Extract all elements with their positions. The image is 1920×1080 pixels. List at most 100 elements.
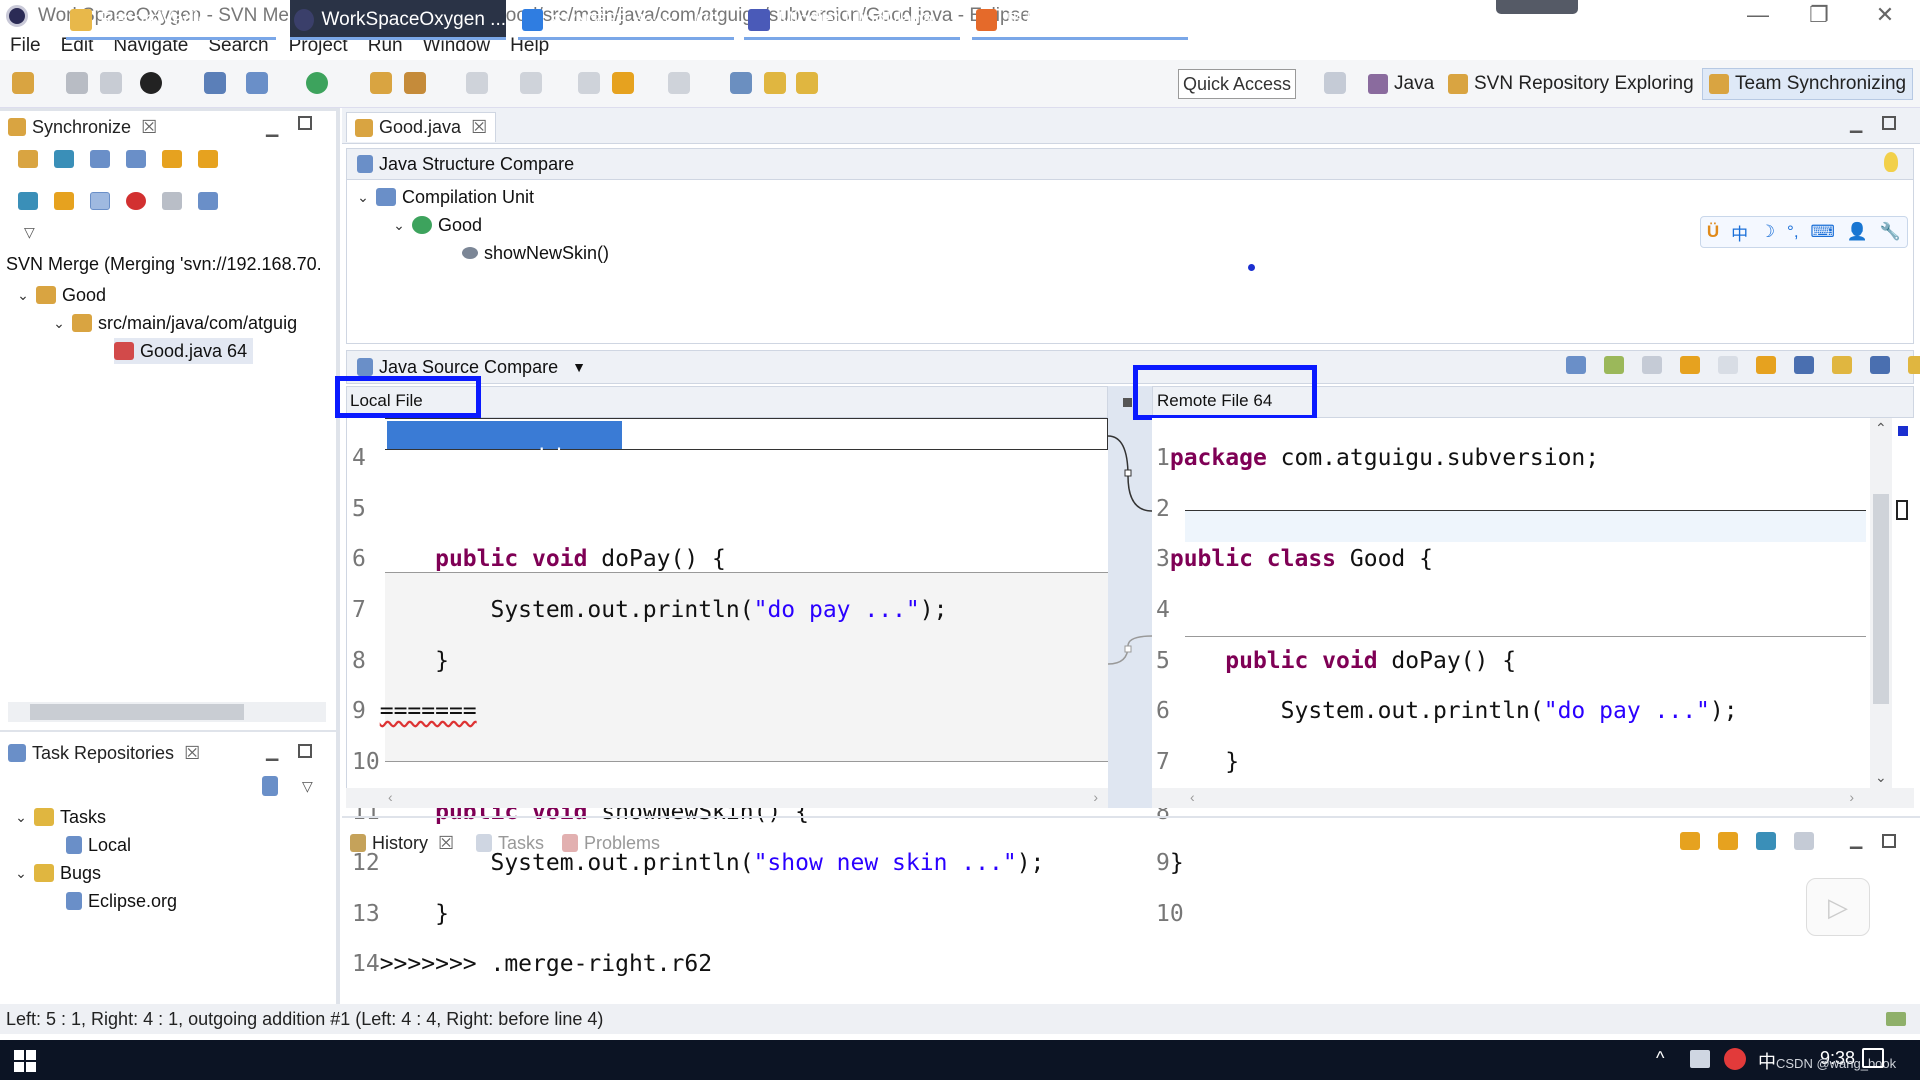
- overview-ruler-change[interactable]: [1896, 500, 1908, 520]
- next-change-icon[interactable]: [1870, 356, 1890, 374]
- tree-item-package[interactable]: ⌄ src/main/java/com/atguig: [52, 310, 297, 336]
- chevron-down-icon[interactable]: ⌄: [16, 287, 30, 304]
- previous-difference-icon[interactable]: [1832, 356, 1852, 374]
- view-menu-icon[interactable]: ▽: [302, 778, 313, 795]
- close-icon[interactable]: ☒: [438, 833, 454, 854]
- close-icon[interactable]: ☒: [184, 743, 200, 764]
- search-icon[interactable]: [404, 72, 426, 94]
- commit-icon[interactable]: [796, 72, 818, 94]
- two-way-compare-icon[interactable]: [1642, 356, 1662, 374]
- ignore-whitespace-icon[interactable]: [1566, 356, 1586, 374]
- perspective-java[interactable]: Java: [1368, 68, 1434, 100]
- scroll-down-icon[interactable]: ⌄: [1875, 769, 1887, 786]
- tab-problems[interactable]: Problems: [562, 828, 660, 858]
- ime-moon-icon[interactable]: ☽: [1760, 222, 1775, 242]
- pin-icon[interactable]: [162, 192, 182, 210]
- scroll-right-icon[interactable]: ›: [1849, 789, 1854, 805]
- prev-diff-icon[interactable]: [198, 150, 218, 168]
- windows-start-icon[interactable]: [14, 1050, 36, 1072]
- right-hscroll[interactable]: ‹ ›: [1152, 788, 1914, 808]
- maximize-icon[interactable]: [298, 744, 312, 758]
- taskbar-recordvedio[interactable]: RecordVedio: [66, 0, 276, 40]
- scroll-left-icon[interactable]: ‹: [388, 789, 393, 805]
- taskbar-wps-writer[interactable]: SVN笔记.docx - WP...: [518, 0, 734, 40]
- horizontal-scrollbar[interactable]: [8, 702, 326, 722]
- both-mode-icon[interactable]: [90, 192, 110, 210]
- prev-annotation-icon[interactable]: [520, 72, 542, 94]
- left-hscroll[interactable]: ‹ ›: [346, 788, 1108, 808]
- ime-logo-icon[interactable]: Ü: [1707, 222, 1719, 242]
- last-edit-icon[interactable]: [578, 72, 600, 94]
- save-all-icon[interactable]: [100, 72, 122, 94]
- maximize-button[interactable]: ❐: [1794, 2, 1844, 28]
- notification-icon[interactable]: [1862, 1048, 1884, 1068]
- chevron-down-icon[interactable]: ⌄: [392, 217, 406, 234]
- expand-all-icon[interactable]: [90, 150, 110, 168]
- tab-task-repositories[interactable]: Task Repositories ☒: [8, 738, 200, 768]
- tray-chevron-up-icon[interactable]: ^: [1656, 1048, 1664, 1069]
- scroll-left-icon[interactable]: ‹: [1190, 789, 1195, 805]
- sync-icon[interactable]: [246, 72, 268, 94]
- minimize-button[interactable]: —: [1733, 2, 1783, 28]
- tree-item-tasks[interactable]: ⌄ Tasks: [14, 804, 106, 830]
- tree-item-eclipse-org[interactable]: Eclipse.org: [66, 888, 177, 914]
- add-repository-icon[interactable]: [262, 776, 278, 796]
- perspective-svn[interactable]: SVN Repository Exploring: [1448, 68, 1694, 100]
- next-difference-icon[interactable]: [1794, 356, 1814, 374]
- commit-toolbar-icon[interactable]: [54, 150, 74, 168]
- minimize-icon[interactable]: ▁: [1850, 114, 1862, 134]
- sync-toolbar-icon[interactable]: [18, 150, 38, 168]
- menu-file[interactable]: File: [10, 35, 41, 57]
- next-annotation-icon[interactable]: [466, 72, 488, 94]
- history-menu-icon[interactable]: [1794, 832, 1814, 850]
- show-annotation-icon[interactable]: [198, 192, 218, 210]
- taskbar-mindjet[interactable]: Mindjet MindMana...: [744, 0, 960, 40]
- previous-change-icon[interactable]: [1908, 356, 1920, 374]
- tree-compilation-unit[interactable]: ⌄ Compilation Unit: [356, 184, 534, 210]
- tab-history[interactable]: History ☒: [350, 828, 454, 858]
- forward-icon[interactable]: [668, 72, 690, 94]
- close-button[interactable]: ✕: [1860, 2, 1910, 28]
- tree-method-shownewskin[interactable]: showNewSkin(): [462, 240, 609, 266]
- close-icon[interactable]: ☒: [471, 117, 487, 138]
- ime-toolbar[interactable]: Ü 中 ☽ °, ⌨ 👤 🔧: [1700, 216, 1908, 248]
- debug-icon[interactable]: [140, 72, 162, 94]
- copy-left-icon[interactable]: [1680, 356, 1700, 374]
- chevron-down-icon[interactable]: ⌄: [14, 809, 28, 826]
- ime-keyboard-icon[interactable]: ⌨: [1810, 222, 1835, 242]
- tree-item-bugs[interactable]: ⌄ Bugs: [14, 860, 101, 886]
- link-editor-icon[interactable]: [1718, 832, 1738, 850]
- close-icon[interactable]: ☒: [141, 117, 157, 138]
- vertical-scrollbar[interactable]: ⌃ ⌄: [1870, 418, 1892, 788]
- minimize-icon[interactable]: ▁: [1850, 830, 1862, 850]
- incoming-mode-icon[interactable]: [18, 192, 38, 210]
- copy-right-icon[interactable]: [1718, 356, 1738, 374]
- lightbulb-icon[interactable]: [1884, 152, 1898, 172]
- open-type-icon[interactable]: [370, 72, 392, 94]
- back-icon[interactable]: [612, 72, 634, 94]
- overview-marker[interactable]: [1898, 426, 1908, 436]
- refresh-icon[interactable]: [1680, 832, 1700, 850]
- chevron-down-icon[interactable]: ▼: [572, 359, 586, 375]
- minimize-icon[interactable]: ▁: [266, 118, 278, 138]
- tree-item-local[interactable]: Local: [66, 832, 131, 858]
- taskbar-wps-presentation[interactable]: 黑板.pptx - WPS 演示: [972, 0, 1188, 40]
- ime-user-icon[interactable]: 👤: [1847, 222, 1868, 242]
- scrollbar-thumb[interactable]: [1873, 494, 1889, 704]
- chevron-down-icon[interactable]: ⌄: [52, 315, 66, 332]
- pin-history-icon[interactable]: [1756, 832, 1776, 850]
- scroll-up-icon[interactable]: ⌃: [1875, 420, 1887, 437]
- tree-class-good[interactable]: ⌄ Good: [392, 212, 482, 238]
- toggle-icon[interactable]: [730, 72, 752, 94]
- next-diff-icon[interactable]: [162, 150, 182, 168]
- chevron-down-icon[interactable]: ⌄: [14, 865, 28, 882]
- console-icon[interactable]: [204, 72, 226, 94]
- tab-good-java[interactable]: Good.java ☒: [346, 112, 497, 142]
- show-ancestor-icon[interactable]: [1604, 356, 1624, 374]
- new-icon[interactable]: [12, 72, 34, 94]
- copy-change-icon[interactable]: [1756, 356, 1776, 374]
- progress-icon[interactable]: [1886, 1012, 1906, 1026]
- save-icon[interactable]: [66, 72, 88, 94]
- open-perspective-icon[interactable]: [1324, 72, 1346, 94]
- tree-item-good[interactable]: ⌄ Good: [16, 282, 106, 308]
